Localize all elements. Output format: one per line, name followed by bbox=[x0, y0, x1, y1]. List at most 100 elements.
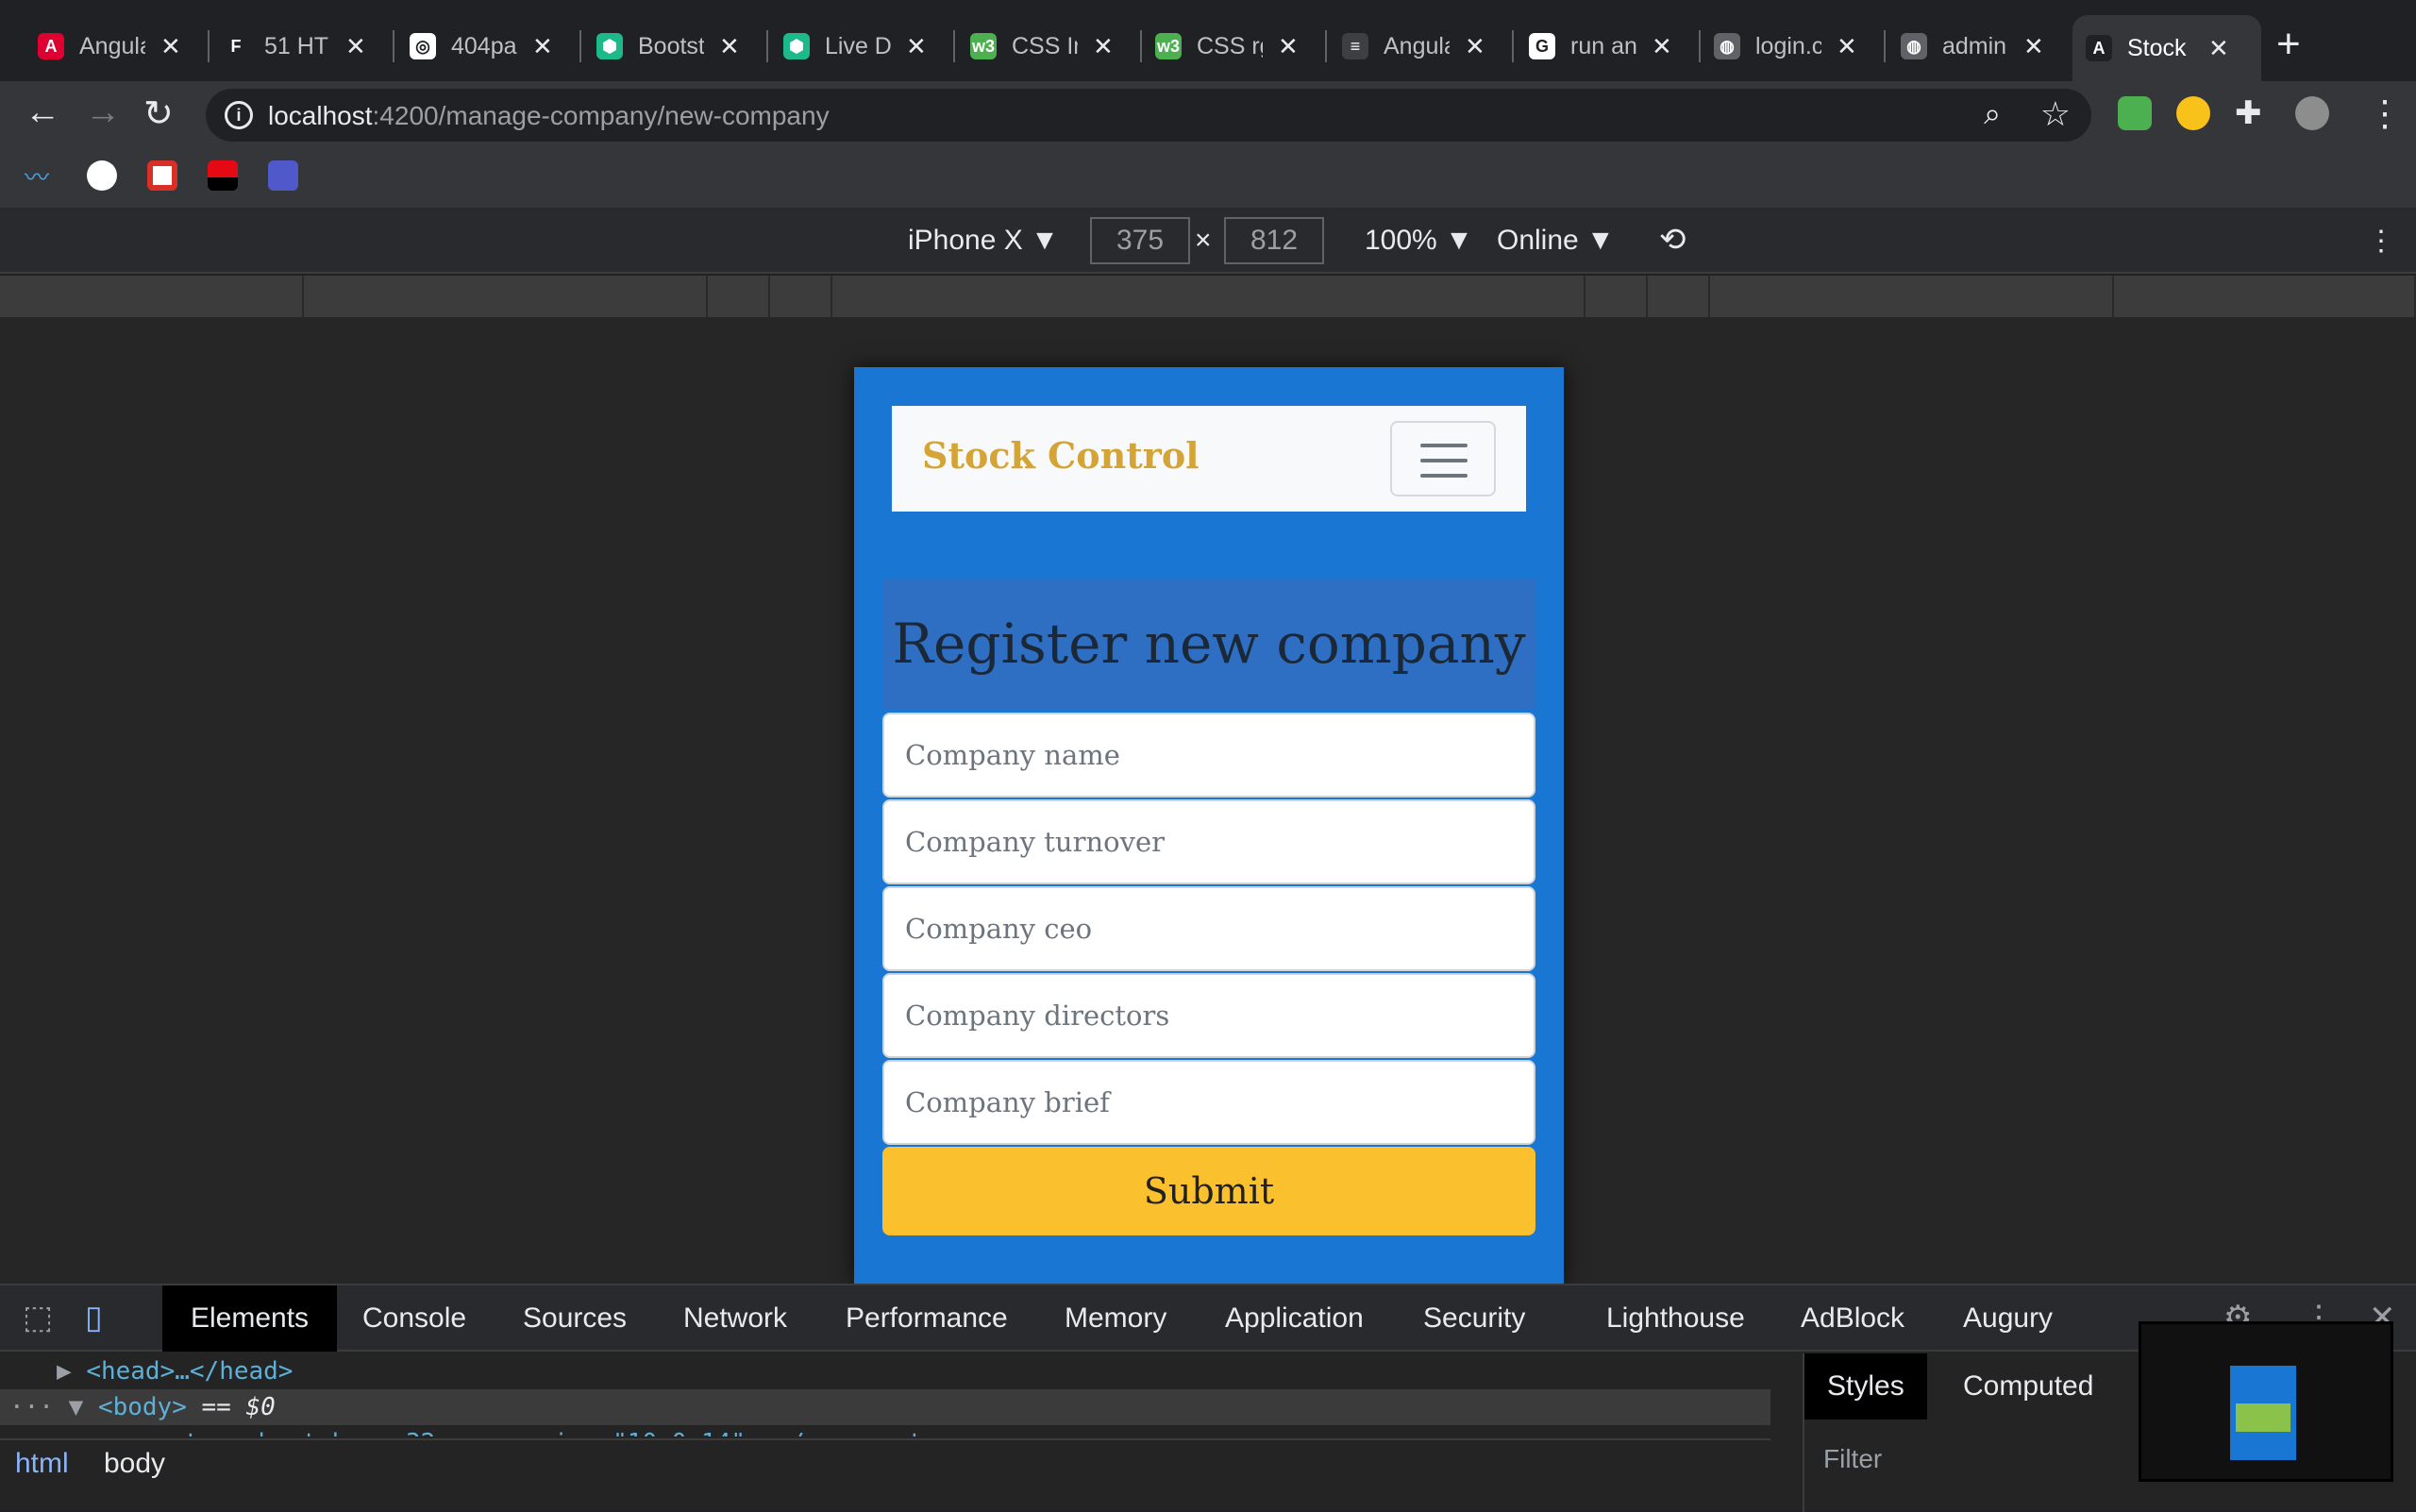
browser-tab[interactable]: ⬢ Live Demo ✕ bbox=[770, 19, 955, 74]
extension-moon-icon[interactable] bbox=[2176, 96, 2210, 130]
company-ceo-input[interactable]: Company ceo bbox=[882, 886, 1535, 971]
close-tab-icon[interactable]: ✕ bbox=[719, 32, 740, 61]
device-height-input[interactable]: 812 bbox=[1224, 217, 1324, 264]
tab-title: CSS rgba bbox=[1197, 32, 1263, 59]
tab-augury[interactable]: Augury bbox=[1935, 1285, 2081, 1352]
thumbnail-preview bbox=[2230, 1366, 2296, 1460]
forward-icon[interactable]: → bbox=[85, 92, 121, 133]
tab-elements[interactable]: Elements bbox=[162, 1285, 338, 1352]
tab-security[interactable]: Security bbox=[1395, 1285, 1553, 1352]
tab-favicon-icon: ◍ bbox=[1901, 33, 1927, 59]
company-directors-input[interactable]: Company directors bbox=[882, 973, 1535, 1058]
dom-node-app-root[interactable]: <app-root _nghost-hpo-c32 ng-version="10… bbox=[0, 1425, 1770, 1436]
extension-mail-icon[interactable] bbox=[2118, 96, 2152, 130]
tab-title: Stock bbox=[2127, 34, 2187, 61]
close-tab-icon[interactable]: ✕ bbox=[345, 32, 366, 61]
bookmark-red-icon[interactable] bbox=[208, 160, 238, 191]
browser-tab[interactable]: w3 CSS Input ✕ bbox=[957, 19, 1142, 74]
rotate-icon[interactable]: ⟲ bbox=[1659, 221, 1686, 259]
close-tab-icon[interactable]: ✕ bbox=[532, 32, 553, 61]
browser-tab[interactable]: F 51 HTML ✕ bbox=[210, 19, 394, 74]
tab-application[interactable]: Application bbox=[1197, 1285, 1392, 1352]
address-bar[interactable]: i localhost:4200/manage-company/new-comp… bbox=[206, 89, 2091, 142]
device-toggle-icon[interactable]: ▯ bbox=[85, 1299, 103, 1336]
tab-favicon-icon: ⬢ bbox=[596, 33, 623, 59]
device-select[interactable]: iPhone X ▼ bbox=[908, 225, 1059, 257]
tab-computed[interactable]: Computed bbox=[1940, 1353, 2116, 1420]
close-tab-icon[interactable]: ✕ bbox=[906, 32, 927, 61]
styles-filter-input[interactable]: Filter bbox=[1823, 1444, 1882, 1474]
tab-favicon-icon: ≡ bbox=[1342, 33, 1368, 59]
hamburger-line bbox=[1420, 459, 1468, 462]
close-tab-icon[interactable]: ✕ bbox=[2023, 32, 2044, 61]
browser-toolbar: ← → ↻ i localhost:4200/manage-company/ne… bbox=[0, 81, 2416, 147]
inspect-element-icon[interactable]: ⬚ bbox=[23, 1299, 53, 1336]
browser-tab[interactable]: ◍ admin ✕ bbox=[1888, 19, 2072, 74]
company-brief-input[interactable]: Company brief bbox=[882, 1060, 1535, 1145]
navbar-toggler-button[interactable] bbox=[1390, 421, 1496, 496]
dom-node-head[interactable]: ▶ <head>…</head> bbox=[0, 1353, 1770, 1389]
profile-avatar[interactable] bbox=[2295, 96, 2329, 130]
close-tab-icon[interactable]: ✕ bbox=[2208, 34, 2229, 63]
reload-icon[interactable]: ↻ bbox=[143, 92, 174, 135]
dom-node-body[interactable]: ··· ▼ <body> == $0 bbox=[0, 1389, 1770, 1425]
browser-tab[interactable]: w3 CSS rgba ✕ bbox=[1142, 19, 1327, 74]
tab-strip: A Angular ✕ F 51 HTML ✕ ◎ 404page ✕ ⬢ Bootstrap ✕ ⬢ L… bbox=[0, 0, 2416, 81]
devtools-tabs: ⬚ ▯ Elements Console Sources Network Per… bbox=[0, 1285, 2416, 1352]
bookmark-gmail-icon[interactable] bbox=[147, 160, 177, 191]
zoom-select[interactable]: 100% ▼ bbox=[1365, 225, 1473, 257]
company-name-input[interactable]: Company name bbox=[882, 713, 1535, 798]
url-text[interactable]: localhost:4200/manage-company/new-compan… bbox=[268, 101, 830, 131]
tab-styles[interactable]: Styles bbox=[1804, 1353, 1927, 1420]
browser-tab[interactable]: ◎ 404page ✕ bbox=[396, 19, 581, 74]
devtools-panel: ⬚ ▯ Elements Console Sources Network Per… bbox=[0, 1284, 2416, 1512]
close-tab-icon[interactable]: ✕ bbox=[160, 32, 181, 61]
close-tab-icon[interactable]: ✕ bbox=[1278, 32, 1299, 61]
bookmark-teams-icon[interactable] bbox=[268, 160, 298, 191]
hamburger-line bbox=[1420, 444, 1468, 447]
bookmark-star-icon[interactable]: ☆ bbox=[2040, 94, 2071, 134]
close-tab-icon[interactable]: ✕ bbox=[1652, 32, 1672, 61]
tab-favicon-icon: w3 bbox=[1155, 33, 1182, 59]
browser-tab[interactable]: A Angular ✕ bbox=[25, 19, 210, 74]
device-width-input[interactable]: 375 bbox=[1090, 217, 1190, 264]
screenshot-thumbnail[interactable] bbox=[2139, 1321, 2393, 1482]
brand-link[interactable]: Stock Control bbox=[922, 434, 1200, 477]
tab-performance[interactable]: Performance bbox=[817, 1285, 1036, 1352]
zoom-icon[interactable]: ⌕ bbox=[1984, 96, 2001, 132]
browser-tab[interactable]: A Stock ✕ bbox=[2072, 15, 2261, 81]
tab-favicon-icon: ◍ bbox=[1714, 33, 1740, 59]
company-turnover-input[interactable]: Company turnover bbox=[882, 799, 1535, 884]
tab-network[interactable]: Network bbox=[655, 1285, 815, 1352]
bookmark-globe-icon[interactable] bbox=[87, 160, 117, 191]
tab-title: 404page bbox=[451, 32, 517, 59]
tab-separator bbox=[579, 30, 581, 62]
tab-memory[interactable]: Memory bbox=[1036, 1285, 1195, 1352]
tab-favicon-icon: A bbox=[38, 33, 64, 59]
submit-button[interactable]: Submit bbox=[882, 1147, 1535, 1235]
tab-console[interactable]: Console bbox=[334, 1285, 495, 1352]
tab-adblock[interactable]: AdBlock bbox=[1772, 1285, 1933, 1352]
tab-lighthouse[interactable]: Lighthouse bbox=[1578, 1285, 1773, 1352]
new-tab-button[interactable]: + bbox=[2276, 21, 2301, 68]
browser-tab[interactable]: ≡ Angular ✕ bbox=[1329, 19, 1514, 74]
crumb-body[interactable]: body bbox=[104, 1448, 165, 1480]
browser-tab[interactable]: Grun an ✕ bbox=[1516, 19, 1701, 74]
site-info-icon[interactable]: i bbox=[225, 101, 253, 129]
network-select[interactable]: Online ▼ bbox=[1497, 225, 1615, 257]
menu-kebab-icon[interactable]: ⋮ bbox=[2367, 92, 2403, 135]
device-menu-icon[interactable]: ⋮ bbox=[2367, 225, 2395, 258]
app-page: Stock Control Register new company Compa… bbox=[854, 367, 1564, 1284]
back-icon[interactable]: ← bbox=[25, 92, 60, 133]
close-tab-icon[interactable]: ✕ bbox=[1465, 32, 1485, 61]
crumb-html[interactable]: html bbox=[15, 1448, 69, 1480]
browser-tab[interactable]: ⬢ Bootstrap ✕ bbox=[583, 19, 768, 74]
extensions-puzzle-icon[interactable]: ✚ bbox=[2235, 94, 2262, 132]
bookmarks-bar: 〰 bbox=[0, 147, 2416, 208]
tab-sources[interactable]: Sources bbox=[495, 1285, 655, 1352]
close-tab-icon[interactable]: ✕ bbox=[1093, 32, 1114, 61]
bookmark-wave-icon[interactable]: 〰 bbox=[25, 159, 55, 192]
media-query-ruler bbox=[0, 276, 2416, 317]
browser-tab[interactable]: ◍ login.c ✕ bbox=[1701, 19, 1886, 74]
close-tab-icon[interactable]: ✕ bbox=[1837, 32, 1857, 61]
